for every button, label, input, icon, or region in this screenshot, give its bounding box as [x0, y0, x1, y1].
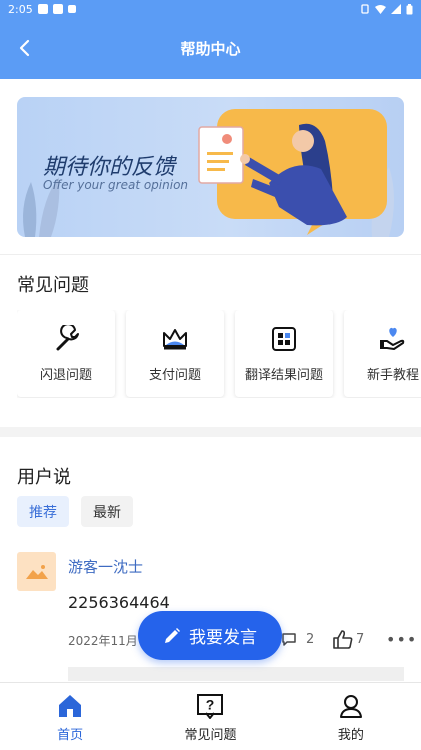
banner-headline: 期待你的反馈: [43, 155, 176, 180]
nav-faq[interactable]: ? 常见问题: [140, 683, 280, 750]
svg-text:?: ?: [206, 697, 215, 713]
banner-subtitle: Offer your great opinion: [43, 178, 189, 192]
tab-latest[interactable]: 最新: [81, 496, 133, 527]
user-icon: [338, 692, 364, 720]
fab-label: 我要发言: [189, 628, 257, 648]
image-placeholder-icon: [25, 564, 48, 579]
nav-label: 常见问题: [184, 728, 237, 743]
notification-icon: [52, 4, 63, 14]
wrench-icon: [51, 324, 81, 354]
faq-list: 闪退问题 支付问题 翻译结果问题 新手教程: [17, 310, 421, 398]
notification-icon: [37, 4, 48, 14]
page-title: 帮助中心: [180, 40, 241, 58]
post-image[interactable]: [68, 667, 404, 681]
comment-icon[interactable]: [281, 632, 297, 650]
like-icon[interactable]: [332, 629, 354, 653]
post-content: 2256364464: [68, 593, 170, 612]
post-username[interactable]: 游客一沈士: [68, 556, 143, 577]
nav-label: 我的: [337, 728, 364, 743]
feedback-banner[interactable]: 期待你的反馈 Offer your great opinion: [17, 97, 404, 237]
more-icon[interactable]: •••: [386, 630, 417, 649]
faq-item-label: 闪退问题: [39, 368, 92, 383]
app-header: 帮助中心: [0, 18, 421, 79]
faq-item-tutorial[interactable]: 新手教程: [344, 310, 421, 397]
pencil-icon: [163, 627, 181, 645]
user-say-title: 用户说: [17, 467, 71, 488]
status-bar: 2:05: [0, 0, 421, 18]
vibrate-icon: [361, 4, 369, 14]
comment-count: 2: [306, 632, 315, 647]
battery-icon: [406, 3, 413, 14]
heart-hand-icon: [378, 324, 408, 354]
crown-icon: [160, 324, 190, 354]
status-time: 2:05: [8, 2, 33, 16]
like-count: 7: [356, 632, 365, 647]
faq-item-label: 新手教程: [366, 368, 419, 383]
faq-item-label: 支付问题: [148, 368, 201, 383]
home-icon: [57, 692, 83, 720]
divider: [0, 254, 421, 255]
wifi-icon: [375, 5, 386, 14]
grid-icon: [269, 324, 299, 354]
nav-home[interactable]: 首页: [0, 683, 140, 750]
bottom-nav: 首页 ? 常见问题 我的: [0, 682, 421, 750]
signal-icon: [391, 4, 401, 14]
back-button[interactable]: [8, 32, 40, 64]
avatar[interactable]: [17, 552, 56, 591]
section-separator: [0, 427, 421, 437]
faq-item-payment[interactable]: 支付问题: [126, 310, 224, 397]
user-say-tabs: 推荐 最新: [17, 496, 133, 527]
question-icon: ?: [196, 692, 224, 720]
faq-section-title: 常见问题: [17, 275, 89, 296]
faq-item-translation[interactable]: 翻译结果问题: [235, 310, 333, 397]
chevron-left-icon: [19, 39, 30, 57]
faq-item-crash[interactable]: 闪退问题: [17, 310, 115, 397]
faq-item-label: 翻译结果问题: [244, 368, 323, 383]
notification-icon: [67, 5, 76, 13]
post-date: 2022年11月: [68, 634, 138, 648]
tab-recommended[interactable]: 推荐: [17, 496, 69, 527]
post-comment-button[interactable]: 我要发言: [138, 611, 282, 660]
nav-profile[interactable]: 我的: [281, 683, 421, 750]
nav-label: 首页: [57, 728, 84, 743]
